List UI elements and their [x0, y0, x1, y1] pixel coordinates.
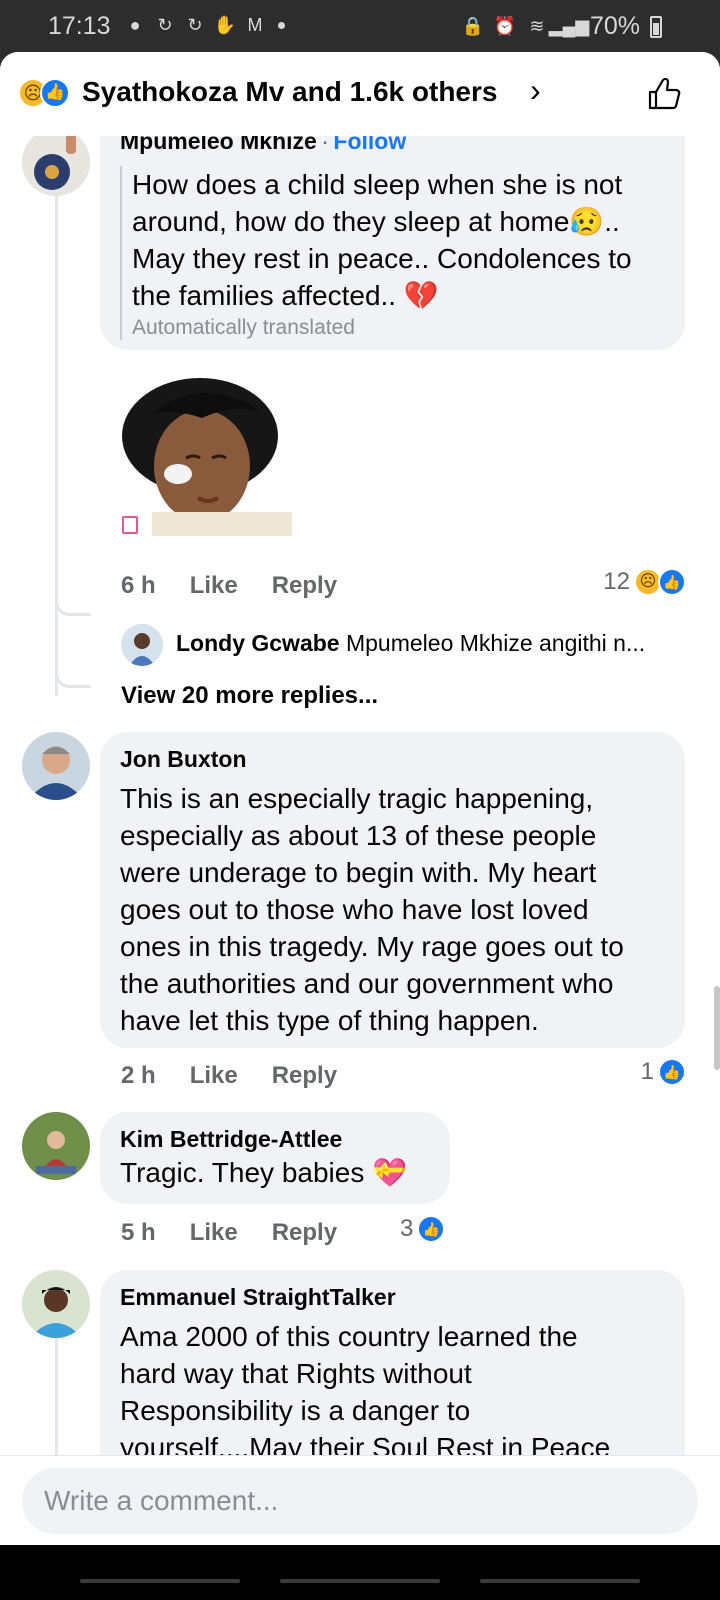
reply-author[interactable]: Londy Gcwabe: [176, 630, 340, 656]
separator: ·: [321, 136, 329, 154]
comment-text-line: Ama 2000 of this country learned the: [120, 1321, 578, 1352]
reactions-comments-sheet: ☹ 👍 Syathokoza Mv and 1.6k others › Mpum…: [0, 52, 720, 1545]
comment-time: 6 h: [121, 572, 156, 599]
sync-icon: ↻: [187, 14, 203, 35]
avatar[interactable]: [22, 732, 90, 800]
comment-author[interactable]: Kim Bettridge-Attlee: [120, 1124, 430, 1154]
follow-button[interactable]: Follow: [333, 136, 406, 154]
avatar[interactable]: [22, 1270, 90, 1338]
avatar[interactable]: [121, 624, 163, 666]
comment-bubble[interactable]: Emmanuel StraightTalker Ama 2000 of this…: [100, 1270, 685, 1455]
reaction-count[interactable]: 3 👍: [400, 1215, 446, 1243]
comment-bubble[interactable]: Mpumeleo Mkhize · Follow How does a chil…: [100, 136, 685, 350]
comment-author[interactable]: Mpumeleo Mkhize: [120, 136, 317, 154]
comment-bubble[interactable]: Kim Bettridge-Attlee Tragic. They babies…: [100, 1112, 450, 1204]
alarm-icon: ⏰: [493, 16, 517, 36]
comment-text-line: goes out to those who have lost loved: [120, 894, 589, 925]
status-time: 17:13: [48, 12, 111, 40]
nav-back-handle[interactable]: [80, 1579, 240, 1583]
reaction-count[interactable]: 12 ☹ 👍: [603, 568, 686, 596]
system-nav-bar: [0, 1545, 720, 1600]
signal-icon: ▂▄▆: [548, 16, 590, 36]
comment-bubble[interactable]: Jon Buxton This is an especially tragic …: [100, 732, 685, 1048]
comment-time: 2 h: [121, 1062, 156, 1089]
reply-button[interactable]: Reply: [272, 1062, 337, 1090]
reactions-summary[interactable]: Syathokoza Mv and 1.6k others: [82, 76, 497, 108]
thread-line: [55, 176, 58, 696]
comment-text-line: ones in this tragedy. My rage goes out t…: [120, 931, 624, 962]
reply-button[interactable]: Reply: [272, 1219, 337, 1247]
comment-text-line: Tragic. They babies 💝: [120, 1157, 407, 1188]
comment-text-line: Responsibility is a danger to: [120, 1395, 471, 1426]
comment-text-line: around, how do they sleep at home😥..: [132, 206, 620, 237]
like-reaction-icon: 👍: [658, 568, 686, 596]
comment-time: 5 h: [121, 1219, 156, 1246]
sticker-image[interactable]: [112, 374, 292, 536]
like-button[interactable]: Like: [190, 1062, 238, 1090]
comment-text-line: the authorities and our government who: [120, 968, 614, 999]
gmail-icon: M: [247, 14, 263, 35]
status-left-icons: ● ↻ ↻ ✋ M: [124, 14, 285, 36]
like-button[interactable]: Like: [190, 1219, 238, 1247]
comment-text-line: have let this type of thing happen.: [120, 1005, 539, 1036]
comment-text-line: How does a child sleep when she is not: [132, 169, 623, 200]
avatar[interactable]: [22, 1112, 90, 1180]
lock-icon: 🔒: [461, 16, 485, 36]
thread-line: [55, 1336, 58, 1455]
comment-actions: 5 h Like Reply: [121, 1219, 337, 1247]
comment-text-line: the families affected.. 💔: [132, 280, 439, 311]
reply-preview[interactable]: Londy Gcwabe Mpumeleo Mkhize angithi n..…: [176, 630, 645, 657]
battery-icon: [650, 15, 662, 38]
comment-text-line: especially as about 13 of these people: [120, 820, 597, 851]
notification-icon: ●: [129, 14, 141, 35]
view-more-replies[interactable]: View 20 more replies...: [121, 682, 378, 710]
like-reaction-icon: 👍: [40, 78, 70, 108]
like-outline-icon[interactable]: [644, 74, 684, 114]
avatar[interactable]: [22, 136, 90, 196]
comment-input[interactable]: [22, 1468, 698, 1534]
comments-list[interactable]: Mpumeleo Mkhize · Follow How does a chil…: [0, 136, 720, 1455]
comment-text-line: May they rest in peace.. Condolences to: [132, 243, 632, 274]
more-notifications-dot: [278, 21, 285, 29]
scrollbar-thumb[interactable]: [714, 986, 720, 1070]
sync-icon: ↻: [157, 14, 173, 35]
comment-text-line: hard way that Rights without: [120, 1358, 472, 1389]
status-bar: 17:13 ● ↻ ↻ ✋ M 🔒 ⏰ ≋ ▂▄▆ 70%: [0, 0, 720, 52]
like-button[interactable]: Like: [190, 572, 238, 600]
battery-percent: 70%: [589, 12, 640, 40]
like-reaction-icon: 👍: [417, 1215, 446, 1243]
comment-author[interactable]: Jon Buxton: [120, 744, 665, 774]
reaction-count[interactable]: 1 👍: [641, 1058, 686, 1086]
hand-icon: ✋: [213, 14, 237, 35]
comment-text-line: were underage to begin with. My heart: [120, 857, 597, 888]
translation-note[interactable]: Automatically translated: [132, 316, 665, 340]
like-reaction-icon: 👍: [658, 1058, 686, 1086]
sheet-header[interactable]: ☹ 👍 Syathokoza Mv and 1.6k others ›: [0, 52, 720, 136]
header-reactions: ☹ 👍: [18, 78, 78, 108]
nav-recents-handle[interactable]: [480, 1579, 640, 1583]
reaction-count-value: 3: [400, 1215, 414, 1242]
comment-text-line: yourself....May their Soul Rest in Peace: [120, 1432, 611, 1455]
thread-branch: [55, 594, 91, 616]
wifi-icon: ≋: [529, 16, 545, 36]
sticker-badge-icon: [122, 516, 138, 534]
reply-text: Mpumeleo Mkhize angithi n...: [345, 630, 646, 656]
chevron-right-icon[interactable]: ›: [530, 72, 541, 109]
status-right-icons: 🔒 ⏰ ≋ ▂▄▆ 70%: [462, 12, 662, 41]
thread-branch: [55, 666, 91, 688]
comment-actions: 2 h Like Reply: [121, 1062, 337, 1090]
comment-actions: 6 h Like Reply: [121, 572, 337, 600]
comment-author[interactable]: Emmanuel StraightTalker: [120, 1282, 665, 1312]
reaction-count-value: 12: [603, 568, 630, 595]
reaction-count-value: 1: [640, 1058, 654, 1085]
reply-button[interactable]: Reply: [272, 572, 337, 600]
comment-text-line: This is an especially tragic happening,: [120, 783, 594, 814]
comment-composer: [0, 1455, 720, 1545]
nav-home-handle[interactable]: [280, 1579, 440, 1583]
